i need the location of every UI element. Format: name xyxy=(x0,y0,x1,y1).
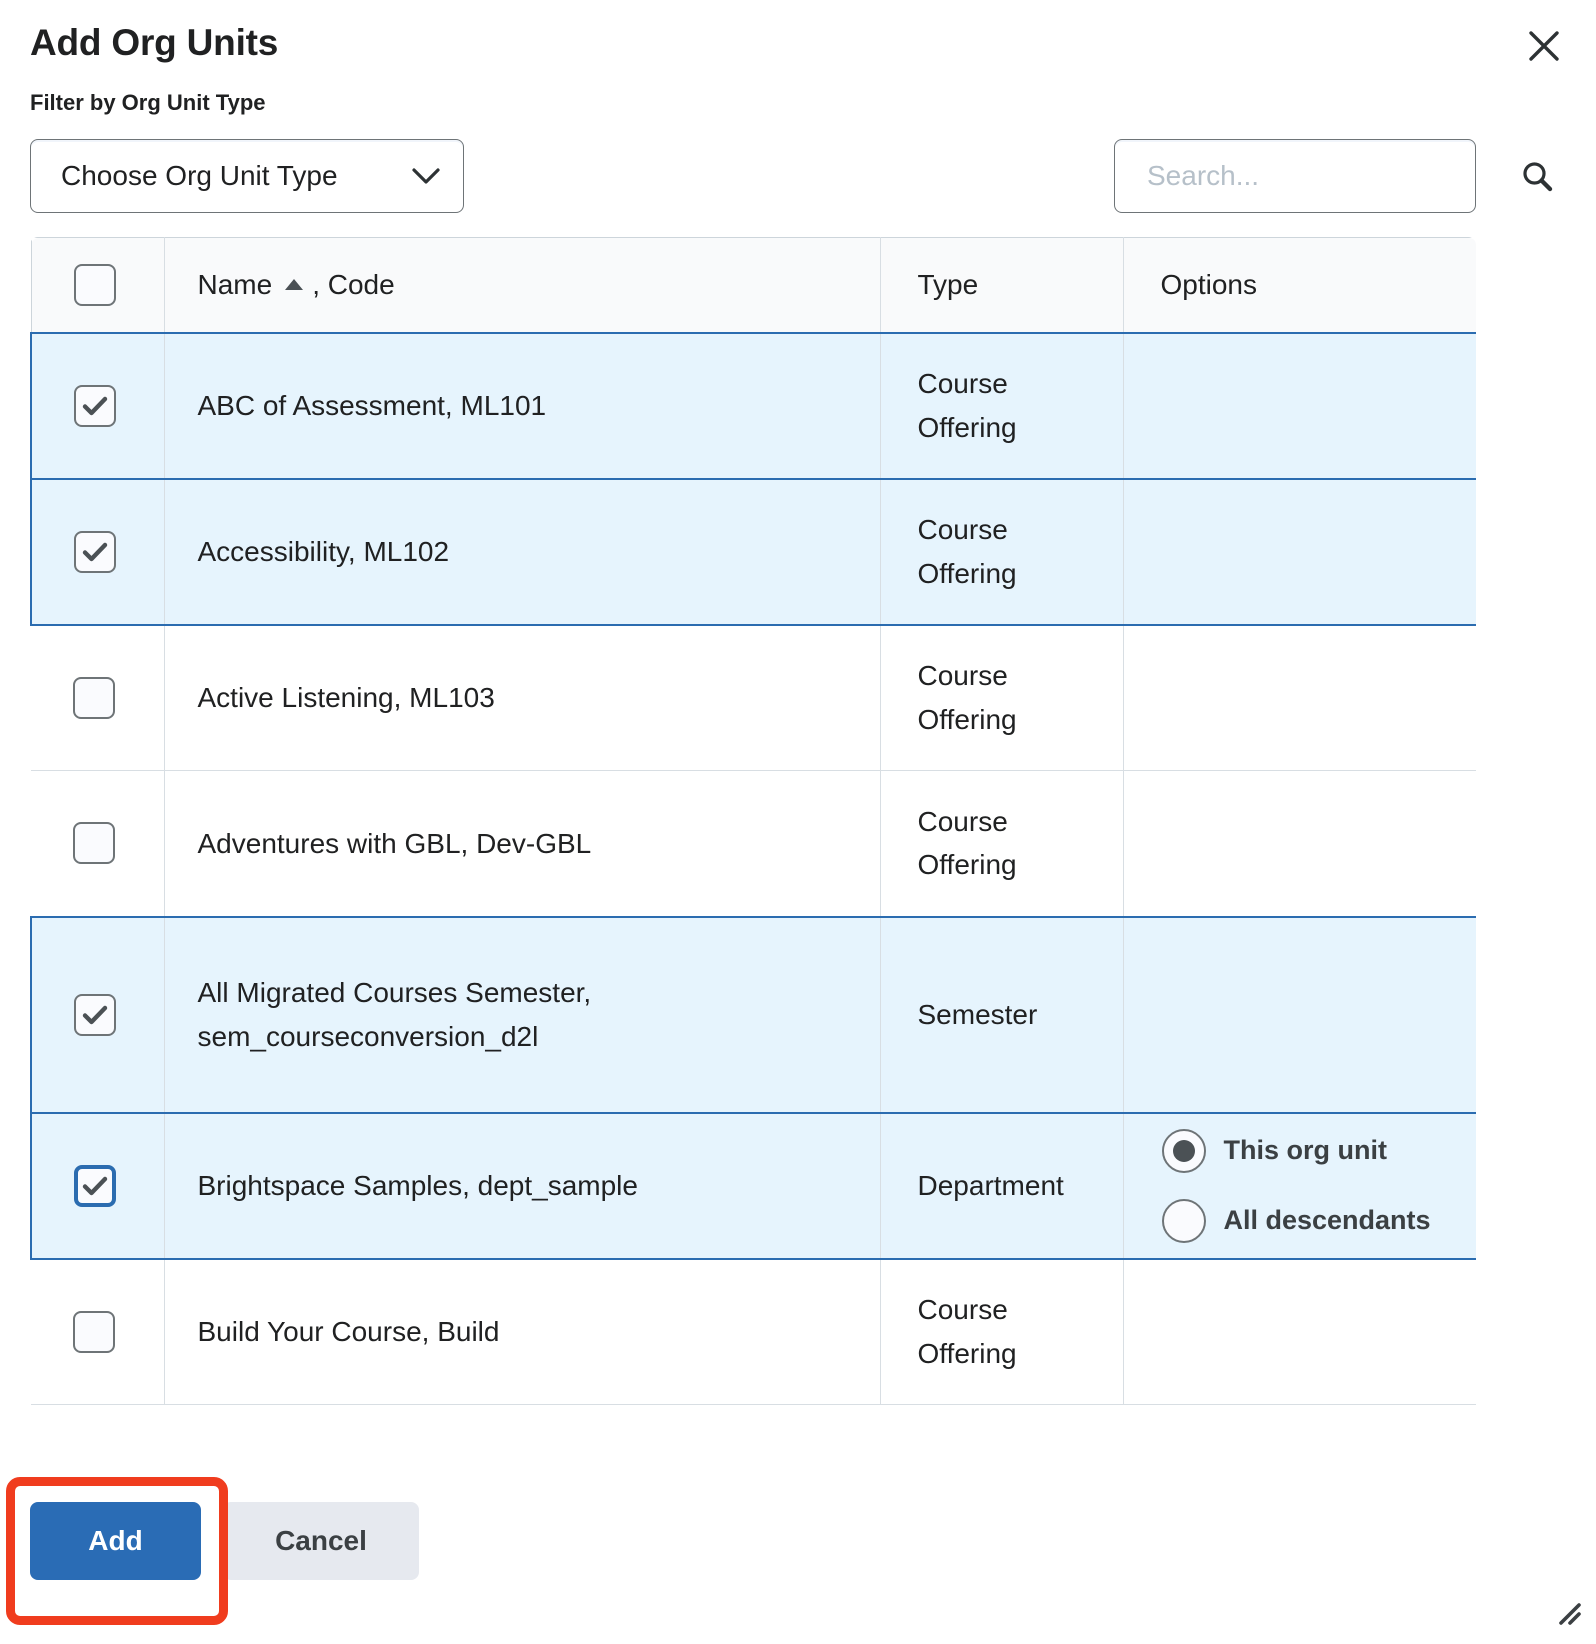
table-header: Name , Code Type Options xyxy=(30,237,1476,333)
row-checkbox-cell xyxy=(31,624,165,771)
row-checkbox[interactable] xyxy=(74,384,116,427)
org-unit-type-cell: Course Offering xyxy=(880,477,1124,626)
type-column-header: Type xyxy=(880,237,1124,333)
org-unit-type: Course Offering xyxy=(917,1294,1017,1369)
row-checkbox-cell xyxy=(30,331,165,480)
table-row[interactable]: Brightspace Samples, dept_sample Departme… xyxy=(30,1111,1477,1260)
org-unit-name: Accessibility, ML102 xyxy=(197,535,450,567)
options-header-label: Options xyxy=(1160,268,1258,300)
add-org-units-dialog: Add Org Units Filter by Org Unit Type Ch… xyxy=(0,0,1596,1644)
org-unit-name: Active Listening, ML103 xyxy=(197,682,495,714)
row-checkbox[interactable] xyxy=(73,676,115,719)
select-all-header xyxy=(30,237,165,333)
org-unit-name-cell: Accessibility, ML102 xyxy=(164,477,881,626)
org-unit-options-cell: This org unit All descendants xyxy=(1123,1111,1477,1260)
table-row[interactable]: Adventures with GBL, Dev-GBL Course Offer… xyxy=(31,770,1476,917)
page-title: Add Org Units xyxy=(30,22,279,63)
org-unit-options-cell xyxy=(1123,915,1476,1114)
org-unit-name: Brightspace Samples, dept_sample xyxy=(197,1169,638,1201)
org-unit-type: Course Offering xyxy=(917,368,1017,443)
org-unit-name-cell: Adventures with GBL, Dev-GBL xyxy=(164,770,881,917)
org-unit-name: ABC of Assessment, ML101 xyxy=(197,389,547,421)
row-checkbox-cell xyxy=(30,915,165,1114)
sort-by-name[interactable]: Name , Code xyxy=(198,269,395,301)
cancel-button[interactable]: Cancel xyxy=(223,1502,419,1580)
select-all-checkbox[interactable] xyxy=(73,263,116,306)
table-row[interactable]: ABC of Assessment, ML101 Course Offering xyxy=(30,331,1476,480)
row-checkbox[interactable] xyxy=(73,822,115,865)
scope-radio-option[interactable]: All descendants xyxy=(1161,1198,1477,1243)
radio-unselected-icon[interactable] xyxy=(1161,1198,1206,1243)
org-unit-name: Adventures with GBL, Dev-GBL xyxy=(197,827,592,859)
scope-radio-label: This org unit xyxy=(1223,1134,1387,1165)
table-row[interactable]: Build Your Course, Build Course Offering xyxy=(31,1258,1476,1405)
row-checkbox-cell xyxy=(31,1258,165,1405)
row-checkbox[interactable] xyxy=(73,1310,115,1353)
org-unit-type-cell: Course Offering xyxy=(880,331,1124,480)
row-checkbox[interactable] xyxy=(74,530,116,573)
org-units-table-container[interactable]: Name , Code Type Options ABC of Assessme… xyxy=(30,237,1476,1433)
org-unit-name: All Migrated Courses Semester, xyxy=(197,977,592,1009)
add-button[interactable]: Add xyxy=(30,1502,201,1580)
org-unit-name: Build Your Course, Build xyxy=(197,1316,500,1348)
org-unit-type-cell: Course Offering xyxy=(880,1258,1124,1405)
org-unit-options-cell xyxy=(1123,770,1476,917)
row-checkbox[interactable] xyxy=(74,1164,116,1207)
org-unit-type-cell: Semester xyxy=(880,915,1124,1114)
org-unit-options-cell xyxy=(1123,477,1476,626)
resize-grip-icon[interactable] xyxy=(1548,1592,1582,1626)
org-unit-name-cell: ABC of Assessment, ML101 xyxy=(164,331,881,480)
close-icon xyxy=(1526,28,1562,64)
org-unit-type: Course Offering xyxy=(917,660,1017,735)
org-unit-type-select[interactable]: Choose Org Unit Type xyxy=(30,139,464,213)
org-unit-name-cell: Brightspace Samples, dept_sample xyxy=(164,1111,881,1260)
org-unit-type-cell: Course Offering xyxy=(880,770,1124,917)
table-row[interactable]: Accessibility, ML102 Course Offering xyxy=(30,477,1476,626)
org-unit-type-select-value: Choose Org Unit Type xyxy=(61,160,338,191)
row-checkbox[interactable] xyxy=(74,993,116,1036)
org-unit-name-cell: All Migrated Courses Semester, sem_course… xyxy=(164,915,881,1114)
filter-by-org-unit-type-label: Filter by Org Unit Type xyxy=(30,90,266,115)
table-row[interactable]: Active Listening, ML103 Course Offering xyxy=(31,624,1476,771)
org-unit-type: Semester xyxy=(917,998,1038,1030)
org-unit-name-cell: Active Listening, ML103 xyxy=(164,624,881,771)
row-checkbox-cell xyxy=(30,477,165,626)
org-unit-options-cell xyxy=(1123,331,1476,480)
sort-ascending-icon xyxy=(285,279,304,291)
org-unit-type-cell: Department xyxy=(880,1111,1124,1260)
org-units-table: Name , Code Type Options ABC of Assessme… xyxy=(30,237,1476,1405)
code-header-label: , Code xyxy=(312,268,395,300)
name-column-header[interactable]: Name , Code xyxy=(164,237,881,333)
org-unit-type: Course Offering xyxy=(917,514,1017,589)
org-unit-type: Department xyxy=(917,1169,1064,1201)
type-header-label: Type xyxy=(917,268,979,300)
table-body: ABC of Assessment, ML101 Course Offering A… xyxy=(30,331,1477,1405)
name-header-label: Name xyxy=(197,268,273,300)
table-row[interactable]: All Migrated Courses Semester, sem_course… xyxy=(30,915,1476,1114)
org-unit-options-cell xyxy=(1123,1258,1476,1405)
search-input[interactable] xyxy=(1145,159,1510,193)
org-unit-name-cell: Build Your Course, Build xyxy=(164,1258,881,1405)
org-unit-options-cell xyxy=(1123,624,1476,771)
row-checkbox-cell xyxy=(30,1111,165,1260)
org-unit-code: sem_courseconversion_d2l xyxy=(197,1020,539,1052)
scope-radio-group: This org unit All descendants xyxy=(1124,1128,1477,1243)
table-header-row: Name , Code Type Options xyxy=(30,237,1476,333)
row-checkbox-cell xyxy=(31,770,165,917)
scope-radio-label: All descendants xyxy=(1223,1204,1431,1235)
org-unit-type: Course Offering xyxy=(917,805,1017,881)
org-unit-type-cell: Course Offering xyxy=(880,624,1124,771)
search-icon[interactable] xyxy=(1510,159,1554,193)
search-box[interactable] xyxy=(1114,139,1553,213)
radio-selected-icon[interactable] xyxy=(1161,1128,1206,1173)
scope-radio-option[interactable]: This org unit xyxy=(1161,1128,1477,1173)
close-button[interactable] xyxy=(1520,22,1568,70)
options-column-header: Options xyxy=(1123,237,1476,333)
chevron-down-icon xyxy=(411,166,441,186)
